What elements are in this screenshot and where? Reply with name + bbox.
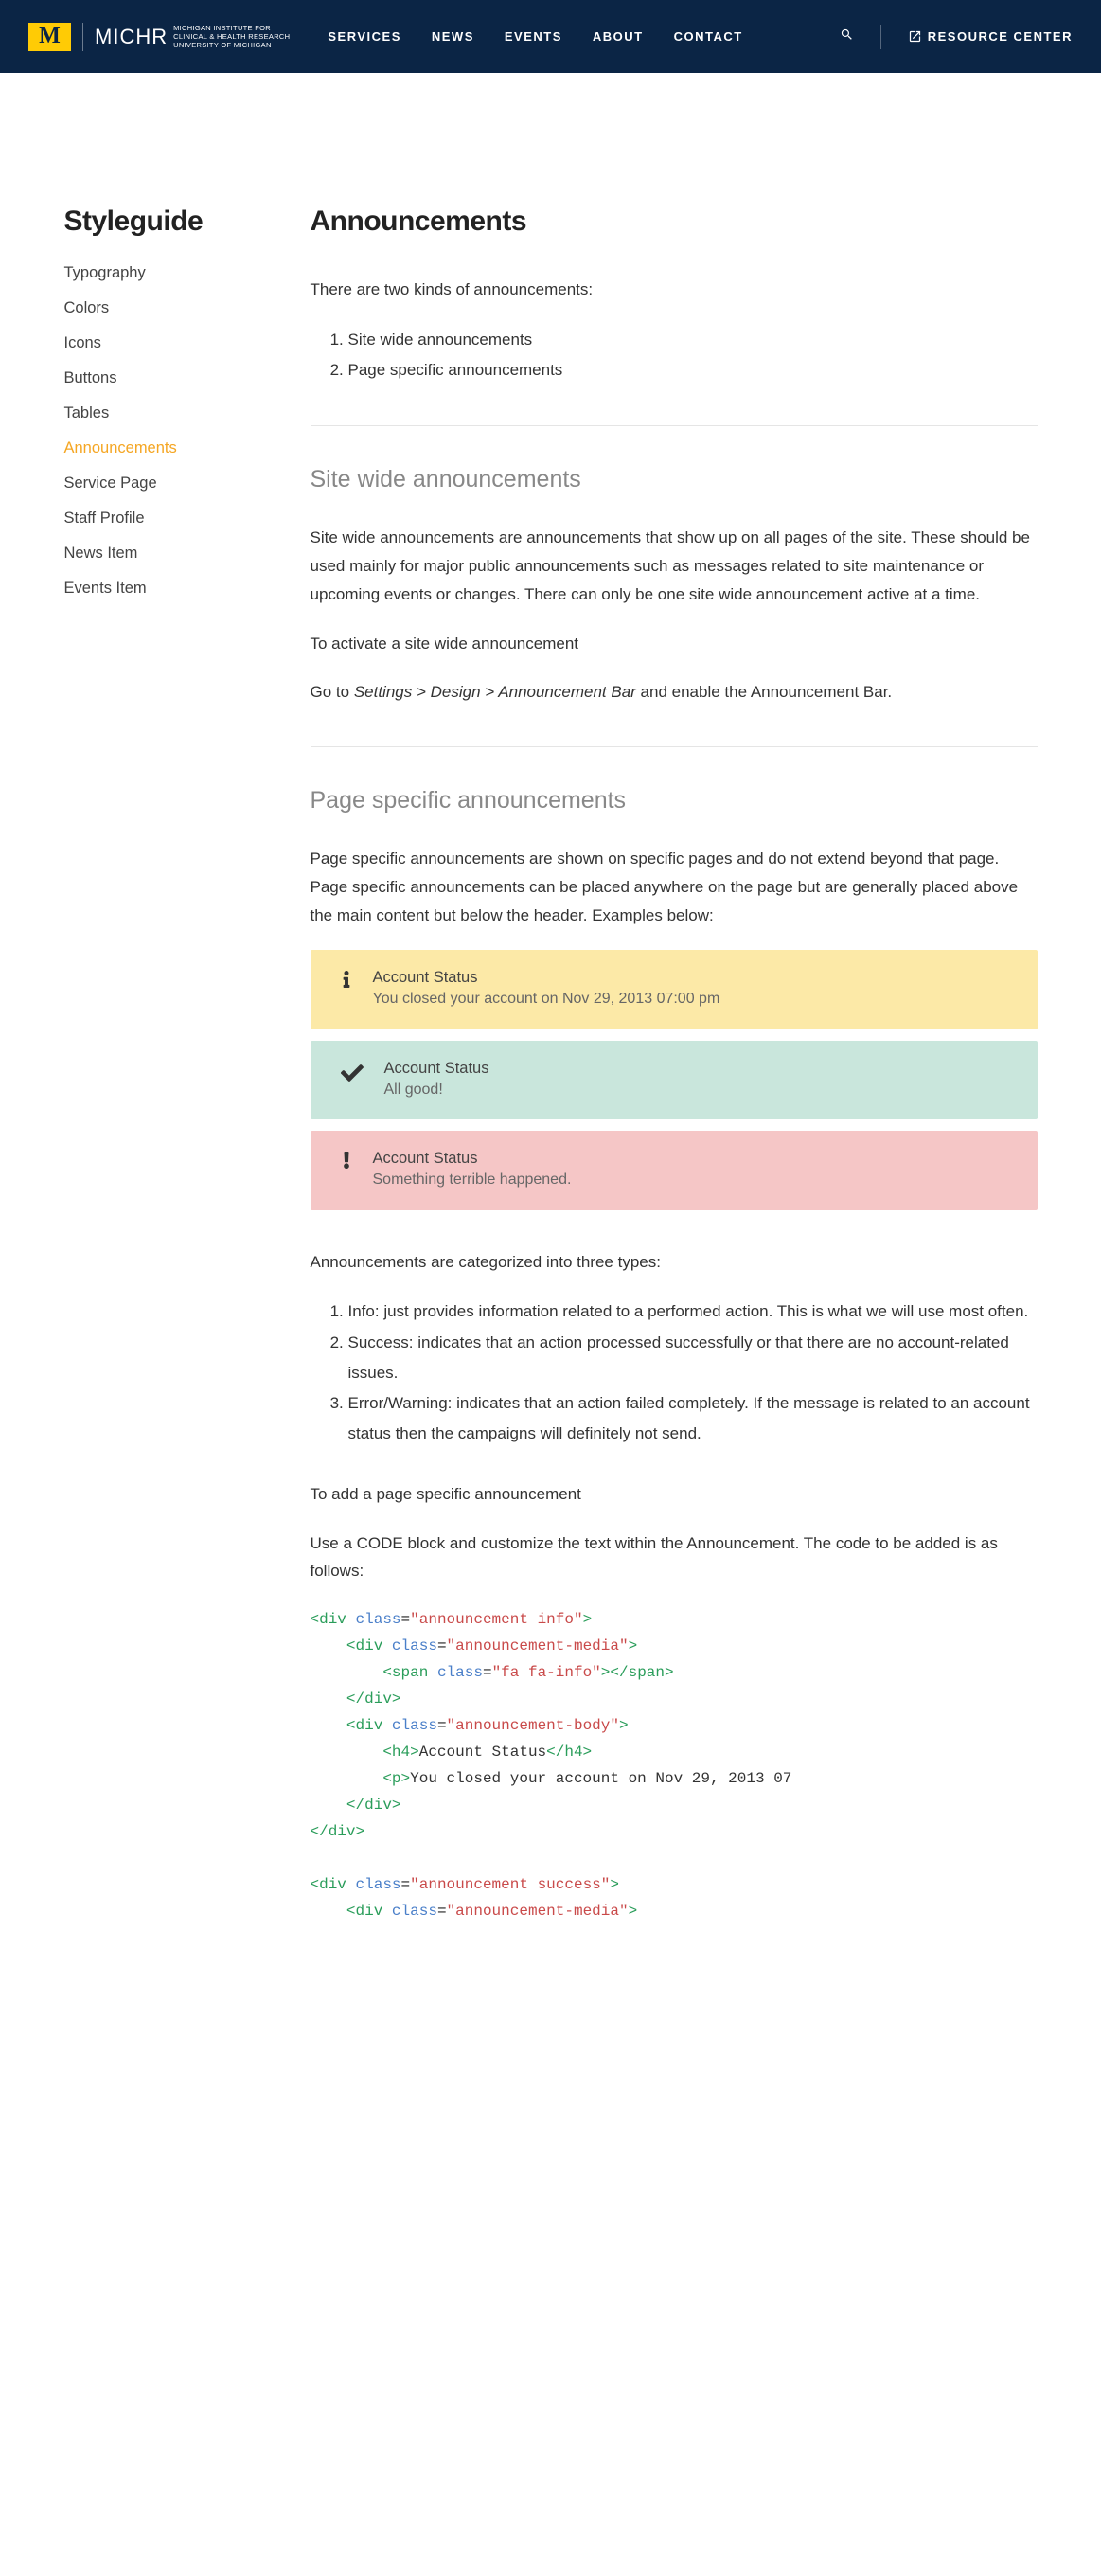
sitewide-heading: Site wide announcements (311, 466, 1038, 493)
nav-links: SERVICES NEWS EVENTS ABOUT CONTACT (328, 29, 742, 44)
sidebar-item-news-item[interactable]: News Item (64, 545, 138, 562)
code-block-info: <div class="announcement info"> <div cla… (311, 1606, 1038, 1845)
exclamation-icon (333, 1150, 360, 1169)
page-desc: Page specific announcements are shown on… (311, 845, 1038, 929)
logo-michr: MICHR (95, 27, 168, 47)
logo-divider (82, 23, 83, 51)
search-icon[interactable] (840, 27, 854, 46)
resource-center-link[interactable]: RESOURCE CENTER (908, 29, 1073, 44)
list-item: Info: just provides information related … (348, 1297, 1038, 1327)
sidebar-item-buttons[interactable]: Buttons (64, 369, 117, 386)
ann-title: Account Status (373, 969, 1015, 987)
logo-m-icon: M (28, 23, 71, 51)
sidebar-item-icons[interactable]: Icons (64, 334, 101, 351)
intro: There are two kinds of announcements: (311, 276, 1038, 304)
cats-list: Info: just provides information related … (311, 1297, 1038, 1449)
sidebar-item-typography[interactable]: Typography (64, 264, 146, 281)
sidebar-item-events-item[interactable]: Events Item (64, 580, 147, 597)
nav-contact[interactable]: CONTACT (674, 29, 743, 44)
cats-intro: Announcements are categorized into three… (311, 1248, 1038, 1277)
add-heading: To add a page specific announcement (311, 1480, 1038, 1509)
announcement-success: Account Status All good! (311, 1041, 1038, 1119)
list-item: Success: indicates that an action proces… (348, 1328, 1038, 1389)
check-icon (333, 1060, 371, 1084)
announcement-error: Account Status Something terrible happen… (311, 1131, 1038, 1209)
logo-org-1: MICHIGAN INSTITUTE FOR (173, 24, 290, 32)
logo[interactable]: M MICHR MICHIGAN INSTITUTE FOR CLINICAL … (28, 23, 290, 51)
list-item: Error/Warning: indicates that an action … (348, 1388, 1038, 1450)
sidebar-item-service-page[interactable]: Service Page (64, 474, 157, 492)
sidebar-item-staff-profile[interactable]: Staff Profile (64, 510, 145, 527)
top-nav: M MICHR MICHIGAN INSTITUTE FOR CLINICAL … (0, 0, 1101, 73)
activate-instructions: Go to Settings > Design > Announcement B… (311, 678, 1038, 707)
sidebar-title: Styleguide (64, 206, 254, 238)
ann-body: You closed your account on Nov 29, 2013 … (373, 989, 1015, 1010)
nav-about[interactable]: ABOUT (593, 29, 644, 44)
sitewide-desc: Site wide announcements are announcement… (311, 524, 1038, 608)
resource-label: RESOURCE CENTER (928, 29, 1073, 44)
list-item: Site wide announcements (348, 325, 1038, 355)
nav-events[interactable]: EVENTS (505, 29, 562, 44)
divider (311, 425, 1038, 426)
logo-org-2: CLINICAL & HEALTH RESEARCH (173, 32, 290, 41)
sidebar: Styleguide Typography Colors Icons Buttons T… (64, 206, 254, 1951)
external-link-icon (908, 29, 922, 44)
ann-body: Something terrible happened. (373, 1170, 1015, 1190)
nav-divider (880, 25, 881, 49)
page-heading: Page specific announcements (311, 787, 1038, 814)
announcement-info: Account Status You closed your account o… (311, 950, 1038, 1029)
nav-services[interactable]: SERVICES (328, 29, 401, 44)
code-block-success: <div class="announcement success"> <div … (311, 1871, 1038, 1924)
ann-body: All good! (384, 1080, 1015, 1100)
sidebar-item-tables[interactable]: Tables (64, 404, 110, 421)
activate-heading: To activate a site wide announcement (311, 630, 1038, 658)
info-icon (333, 969, 360, 988)
main-content: Announcements There are two kinds of ann… (311, 206, 1038, 1951)
sidebar-item-announcements[interactable]: Announcements (64, 439, 177, 456)
ann-title: Account Status (373, 1150, 1015, 1168)
kinds-list: Site wide announcementsPage specific ann… (311, 325, 1038, 386)
ann-title: Account Status (384, 1060, 1015, 1078)
page-title: Announcements (311, 206, 1038, 238)
nav-news[interactable]: NEWS (432, 29, 474, 44)
divider (311, 746, 1038, 747)
list-item: Page specific announcements (348, 355, 1038, 385)
logo-org-3: UNIVERSITY OF MICHIGAN (173, 41, 290, 49)
add-desc: Use a CODE block and customize the text … (311, 1530, 1038, 1586)
sidebar-item-colors[interactable]: Colors (64, 299, 110, 316)
